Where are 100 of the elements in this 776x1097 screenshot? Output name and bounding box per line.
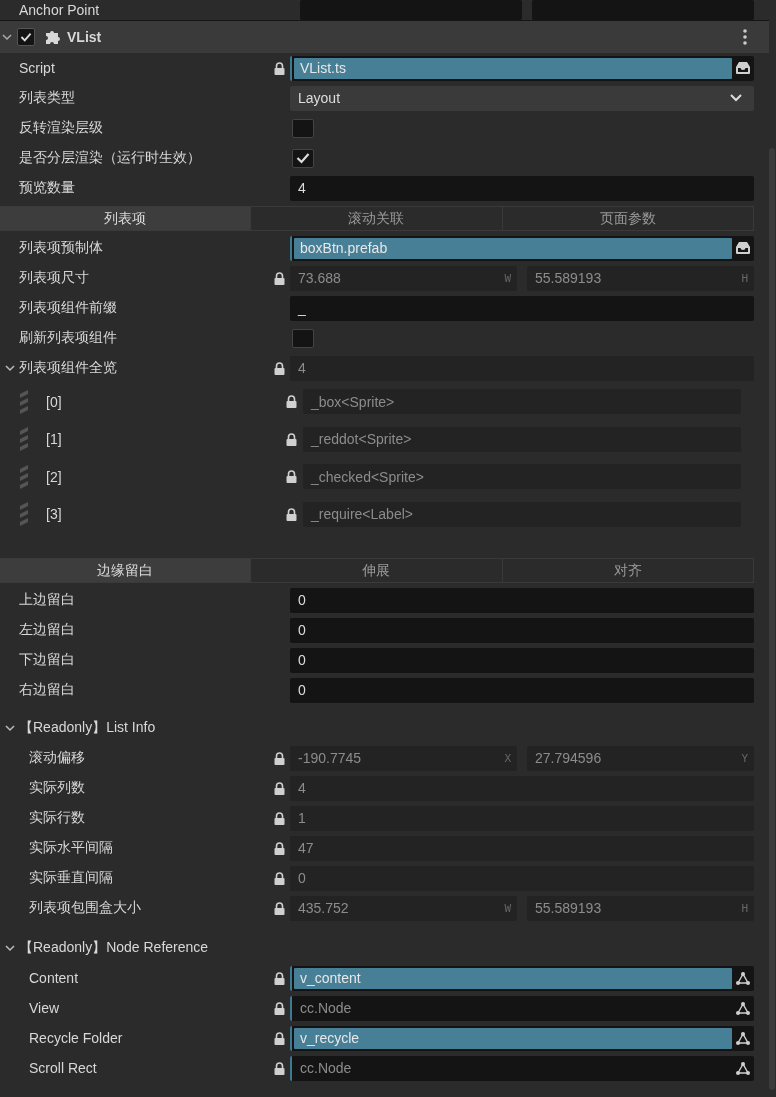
node-field[interactable]: cc.Node [290,995,754,1021]
dropdown[interactable]: Layout [290,85,754,111]
lock-icon [273,871,285,885]
input-field[interactable]: 0 [290,617,754,643]
axis-label: X [504,751,511,765]
group-label[interactable]: 【Readonly】List Info [19,719,156,737]
input-field[interactable] [532,0,754,20]
input-field[interactable]: -190.7745 X [290,745,517,771]
checkbox[interactable] [292,118,314,138]
property-label: 左边留白 [19,621,75,639]
input-field[interactable]: _reddot<Sprite> [303,426,741,452]
lock-icon [286,470,297,484]
input-field[interactable]: 4 [290,775,754,801]
input-field[interactable]: 0 [290,865,754,891]
node-field[interactable]: cc.Node [290,1055,754,1081]
lock-icon [286,507,297,521]
input-field[interactable]: _box<Sprite> [303,389,741,415]
input-field[interactable]: _require<Label> [303,501,741,527]
lock-icon [273,901,285,915]
property-label: 实际水平间隔 [29,839,113,857]
property-label: 滚动偏移 [29,749,85,767]
input-field[interactable]: 27.794596 Y [527,745,754,771]
checkbox[interactable] [292,328,314,348]
input-field[interactable] [300,0,522,20]
chevron-down-icon [730,94,742,102]
property-label: 列表项组件前缀 [19,299,117,317]
axis-label: H [741,901,748,915]
drag-handle-icon[interactable] [20,464,28,489]
expand-icon[interactable] [0,33,14,41]
axis-label: W [504,901,511,915]
property-label: [0] [46,393,62,410]
property-label: Scroll Rect [29,1060,97,1076]
lock-icon [273,1001,285,1015]
lock-icon [273,841,285,855]
axis-label: Y [741,751,748,765]
input-field[interactable]: _checked<Sprite> [303,464,741,490]
property-label: Content [29,970,79,986]
drag-handle-icon[interactable] [20,389,28,414]
property-label: [3] [46,506,62,523]
drag-handle-icon[interactable] [20,502,28,527]
property-label: 列表类型 [19,89,75,107]
group-label[interactable]: 【Readonly】Node Reference [19,939,209,957]
property-label: 列表项预制体 [19,239,103,257]
lock-icon [273,1031,285,1045]
asset-field[interactable]: VList.ts [290,55,754,81]
node-icon[interactable] [736,1031,750,1045]
input-field[interactable]: 4 [290,175,754,201]
inbox-icon[interactable] [736,62,750,74]
property-label: 实际列数 [29,779,85,797]
component-header[interactable]: VList [0,21,769,53]
input-field[interactable]: 435.752 W [290,895,517,921]
node-field[interactable]: v_recycle [290,1025,754,1051]
property-label: 刷新列表项组件 [19,329,117,347]
check-icon [20,32,32,42]
property-label: 下边留白 [19,651,75,669]
property-label: [2] [46,468,62,485]
tab[interactable]: 边缘留白 [0,559,251,582]
tab[interactable]: 列表项 [0,207,251,230]
property-label: 预览数量 [19,179,75,197]
input-field[interactable]: 73.688 W [290,265,517,291]
property-label: Recycle Folder [29,1030,123,1046]
lock-icon [286,395,297,409]
input-field[interactable]: 47 [290,835,754,861]
input-field[interactable]: 1 [290,805,754,831]
input-field[interactable]: 4 [290,355,754,381]
node-icon[interactable] [736,971,750,985]
property-label: 实际垂直间隔 [29,869,113,887]
checkbox[interactable] [292,148,314,168]
property-label: 右边留白 [19,681,75,699]
property-label: 列表项包围盒大小 [29,899,141,917]
property-label: Anchor Point [18,2,101,18]
property-label: 列表项组件全览 [19,359,117,377]
checkbox[interactable] [17,28,35,46]
lock-icon [273,781,285,795]
input-field[interactable]: 0 [290,677,754,703]
input-field[interactable]: _ [290,295,754,321]
property-label: [1] [46,431,62,448]
lock-icon [273,971,285,985]
input-field[interactable]: 0 [290,587,754,613]
node-icon[interactable] [736,1061,750,1075]
inbox-icon[interactable] [736,242,750,254]
lock-icon [286,432,297,446]
drag-handle-icon[interactable] [20,427,28,452]
input-field[interactable]: 55.589193 H [527,265,754,291]
component-title: VList [67,29,103,45]
more-options-icon[interactable] [743,29,747,45]
asset-field[interactable]: boxBtn.prefab [290,235,754,261]
input-field[interactable]: 0 [290,647,754,673]
lock-icon [273,811,285,825]
property-label: 实际行数 [29,809,85,827]
node-field[interactable]: v_content [290,965,754,991]
puzzle-icon [45,29,61,45]
lock-icon [273,61,285,75]
lock-icon [273,271,285,285]
property-label: 上边留白 [19,591,75,609]
property-label: View [29,1000,60,1016]
input-field[interactable]: 55.589193 H [527,895,754,921]
check-icon [296,152,310,164]
node-icon[interactable] [736,1001,750,1015]
lock-icon [273,751,285,765]
